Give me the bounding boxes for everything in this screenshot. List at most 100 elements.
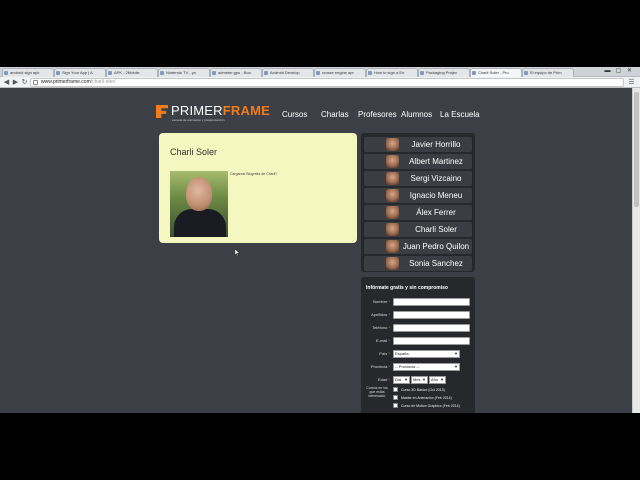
browser-toolbar: ◀ ▶ ↻ www.primerframe.com/charli-oler/ [0, 77, 640, 88]
teacher-name: Sergi Vizcaino [410, 174, 462, 183]
telefono-input[interactable] [393, 324, 470, 332]
browser-menu-icon[interactable]: ☰ [627, 78, 636, 87]
address-bar[interactable]: www.primerframe.com/charli-oler/ [30, 78, 624, 87]
teacher-item[interactable]: Sonia Sanchez [364, 256, 472, 271]
profile-card: Charli Soler Cargando Biografía de Charl… [159, 133, 357, 243]
browser-tab[interactable]: Sign Your App | A [54, 68, 106, 77]
cursos-label: Cursos en los que estás interesado: [366, 386, 388, 398]
tab-favicon-icon [108, 71, 112, 75]
chevron-down-icon: ▼ [454, 364, 458, 369]
reload-icon[interactable]: ↻ [20, 78, 29, 87]
teacher-avatar [386, 206, 399, 219]
edad-dia-select[interactable]: Dia ▼ [393, 376, 410, 384]
teacher-item[interactable]: Javier Horrillo [364, 137, 472, 152]
logo-wordmark: PRIMERFRAME [171, 104, 270, 118]
forward-arrow-icon[interactable]: ▶ [11, 78, 20, 87]
form-row-apellidos: Apellidos * [361, 310, 475, 319]
email-input[interactable] [393, 337, 470, 345]
photo-body [174, 209, 226, 237]
form-row-provincia: Provincia * -- Provincia -- ▼ [361, 362, 475, 371]
tab-label: El equipo de Prim [530, 70, 562, 75]
teacher-avatar [386, 172, 399, 185]
teacher-item[interactable]: Juan Pedro Quilon [364, 239, 472, 254]
teacher-item[interactable]: Charli Soler [364, 222, 472, 237]
browser-tab[interactable]: Packaging Projec [418, 68, 470, 77]
checkbox-box[interactable] [393, 387, 398, 392]
edad-ano-select[interactable]: Año ▼ [429, 376, 446, 384]
browser-tab[interactable]: Nintendo TV - yo [158, 68, 210, 77]
nav-alumnos[interactable]: Alumnos [401, 110, 432, 120]
form-row-edad: Edad * Dia ▼ Mes ▼ Año ▼ [361, 375, 475, 384]
browser-tab[interactable]: Android Develop [262, 68, 314, 77]
back-arrow-icon[interactable]: ◀ [2, 78, 11, 87]
tab-favicon-icon [212, 71, 216, 75]
nav-profesores[interactable]: Profesores [358, 110, 397, 120]
teacher-avatar [386, 240, 399, 253]
chevron-down-icon: ▼ [404, 377, 408, 382]
page-scrollbar[interactable] [632, 88, 640, 413]
web-page: PRIMERFRAME escuela de animación y postp… [0, 88, 632, 413]
tab-favicon-icon [524, 71, 528, 75]
profile-bio: Cargando Biografía de Charli? [230, 172, 278, 176]
curso-label: Master en Animación (Feb 2014) [401, 396, 452, 400]
scrollbar-thumb[interactable] [634, 92, 639, 207]
form-row-cursos: Cursos en los que estás interesado: Curs… [361, 386, 475, 413]
browser-tab-active[interactable]: Charli Soler - Pro [470, 68, 522, 77]
curso-label: Curso de Motion Graphics (Feb 2014) [401, 404, 460, 408]
tab-label: APK - 2Mobile [114, 70, 140, 75]
teacher-item[interactable]: Sergi Vizcaino [364, 171, 472, 186]
nav-la-escuela[interactable]: La Escuela [440, 110, 480, 120]
maximize-icon[interactable]: ▢ [614, 68, 623, 75]
curso-label: Curso 3D Básico (Oct 2013) [401, 388, 445, 392]
nombre-input[interactable] [393, 298, 470, 306]
nav-charlas[interactable]: Charlas [321, 110, 349, 120]
teacher-avatar [386, 189, 399, 202]
field-label: E-mail * [375, 338, 390, 343]
provincia-select[interactable]: -- Provincia -- ▼ [393, 363, 460, 371]
checkbox-box[interactable] [393, 395, 398, 400]
tab-label: Android Develop [270, 70, 300, 75]
field-label: Teléfono * [372, 325, 390, 330]
url-domain: www.primerframe.com [41, 79, 91, 85]
field-label: Nombre * [373, 299, 390, 304]
teacher-item[interactable]: Ignacio Meneu [364, 188, 472, 203]
teacher-item[interactable]: Álex Ferrer [364, 205, 472, 220]
close-icon[interactable]: ✕ [625, 68, 634, 75]
field-label: Apellidos * [371, 312, 390, 317]
teacher-avatar [386, 223, 399, 236]
tab-label: android sign apk [10, 70, 40, 75]
checkbox-box[interactable] [393, 403, 398, 408]
field-label: Edad * [377, 377, 390, 382]
tab-label: crosse engine apr [322, 70, 354, 75]
browser-tab[interactable]: How to sign a En [366, 68, 418, 77]
tab-favicon-icon [4, 71, 8, 75]
browser-tab[interactable]: admeter.gpu - Boo [210, 68, 262, 77]
browser-tab[interactable]: APK - 2Mobile [106, 68, 158, 77]
tab-favicon-icon [316, 71, 320, 75]
field-label: País * [379, 351, 390, 356]
mouse-cursor-icon [235, 249, 240, 256]
nav-cursos[interactable]: Cursos [282, 110, 307, 120]
curso-checkbox[interactable]: Curso 3D Básico (Oct 2013) [393, 386, 463, 394]
teacher-item[interactable]: Albert Martinez [364, 154, 472, 169]
teacher-avatar [386, 155, 399, 168]
minimize-icon[interactable]: ▬ [603, 68, 612, 75]
tab-favicon-icon [472, 71, 476, 75]
teacher-avatar [386, 257, 399, 270]
teacher-name: Ignacio Meneu [409, 191, 463, 200]
curso-checkbox[interactable]: Master en Animación (Feb 2014) [393, 394, 463, 402]
form-row-pais: País * España ▼ [361, 349, 475, 358]
edad-mes-select[interactable]: Mes ▼ [411, 376, 428, 384]
logo-frame: FRAME [222, 103, 270, 118]
teacher-name: Javier Horrillo [411, 140, 461, 149]
browser-tab[interactable]: android sign apk [2, 68, 54, 77]
pais-select[interactable]: España ▼ [393, 350, 460, 358]
apellidos-input[interactable] [393, 311, 470, 319]
tab-label: How to sign a En [374, 70, 405, 75]
teachers-list: Javier Horrillo Albert Martinez Sergi Vi… [361, 133, 475, 272]
browser-tab[interactable]: crosse engine apr [314, 68, 366, 77]
browser-tab[interactable]: El equipo de Prim [522, 68, 574, 77]
tab-label: admeter.gpu - Boo [218, 70, 251, 75]
teacher-name: Álex Ferrer [416, 208, 456, 217]
curso-checkbox[interactable]: Curso de Motion Graphics (Feb 2014) [393, 402, 463, 410]
